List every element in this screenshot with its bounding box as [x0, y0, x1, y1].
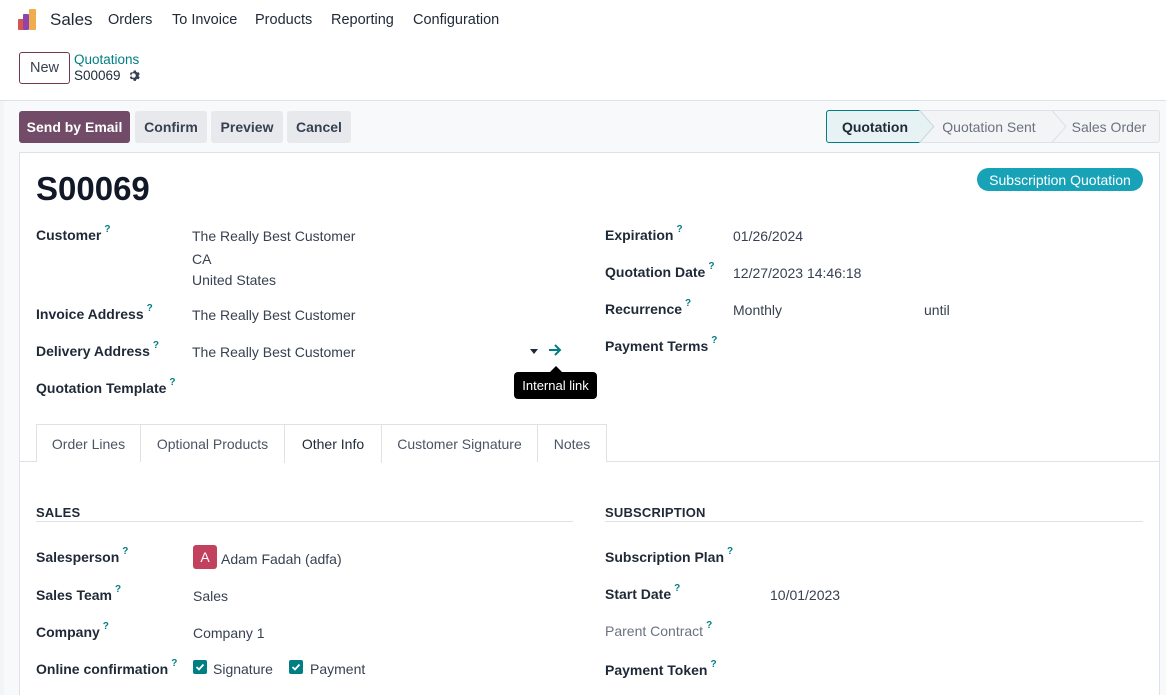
help-icon[interactable]: ?: [685, 298, 691, 309]
help-icon[interactable]: ?: [727, 546, 733, 557]
invoice-address-label: Invoice Address?: [36, 303, 153, 322]
arrow-right-icon[interactable]: [548, 344, 562, 356]
help-icon[interactable]: ?: [708, 261, 714, 272]
help-icon[interactable]: ?: [169, 377, 175, 388]
menu-orders[interactable]: Orders: [108, 12, 152, 28]
recurrence-field[interactable]: Monthly: [733, 302, 782, 318]
tab-other-info[interactable]: Other Info: [284, 424, 382, 463]
sales-section-divider: [36, 521, 573, 522]
online-confirmation-label: Online confirmation?: [36, 658, 178, 677]
tab-notes[interactable]: Notes: [537, 424, 607, 462]
sales-app-logo-icon[interactable]: [18, 9, 40, 31]
subscription-section-divider: [605, 521, 1143, 522]
status-quotation[interactable]: Quotation: [826, 110, 924, 143]
signature-checkbox-label: Signature: [213, 661, 273, 677]
signature-checkbox[interactable]: [193, 660, 207, 674]
send-by-email-button[interactable]: Send by Email: [19, 111, 130, 143]
help-icon[interactable]: ?: [103, 621, 109, 632]
customer-value[interactable]: The Really Best Customer: [192, 228, 355, 244]
help-icon[interactable]: ?: [115, 584, 121, 595]
tab-customer-signature[interactable]: Customer Signature: [381, 424, 538, 462]
caret-down-icon[interactable]: [530, 349, 538, 354]
expiration-label: Expiration?: [605, 224, 683, 243]
help-icon[interactable]: ?: [153, 340, 159, 351]
page-title: S00069: [36, 170, 150, 207]
new-button[interactable]: New: [19, 52, 70, 84]
status-quotation-sent[interactable]: Quotation Sent: [930, 110, 1048, 143]
cancel-button[interactable]: Cancel: [287, 111, 351, 143]
status-sales-order[interactable]: Sales Order: [1062, 110, 1156, 143]
help-icon[interactable]: ?: [122, 546, 128, 557]
breadcrumb-current: S00069: [74, 68, 140, 83]
help-icon[interactable]: ?: [674, 583, 680, 594]
customer-country: United States: [192, 272, 277, 288]
top-navbar: Sales Orders To Invoice Products Reporti…: [0, 0, 1166, 40]
payment-token-label: Payment Token?: [605, 659, 717, 678]
menu-configuration[interactable]: Configuration: [413, 12, 499, 28]
start-date-field[interactable]: 10/01/2023: [770, 587, 840, 603]
customer-label: Customer?: [36, 224, 111, 243]
tab-optional-products[interactable]: Optional Products: [140, 424, 285, 462]
app-name[interactable]: Sales: [50, 10, 93, 30]
help-icon[interactable]: ?: [710, 659, 716, 670]
until-label: until: [924, 302, 950, 318]
payment-checkbox-label: Payment: [310, 661, 366, 677]
help-icon[interactable]: ?: [676, 224, 682, 235]
help-icon[interactable]: ?: [711, 335, 717, 346]
breadcrumb-quotations[interactable]: Quotations: [74, 52, 139, 67]
customer-state: CA: [192, 251, 212, 267]
subscription-section-title: SUBSCRIPTION: [605, 505, 706, 520]
menu-to-invoice[interactable]: To Invoice: [172, 12, 237, 28]
company-label: Company?: [36, 621, 109, 640]
menu-reporting[interactable]: Reporting: [331, 12, 394, 28]
delivery-address-field[interactable]: The Really Best Customer: [192, 344, 355, 360]
help-icon[interactable]: ?: [147, 303, 153, 314]
parent-contract-label: Parent Contract?: [605, 620, 713, 639]
avatar: A: [193, 545, 217, 569]
left-edge-bar: [0, 101, 4, 695]
confirm-button[interactable]: Confirm: [135, 111, 207, 143]
quotation-template-label: Quotation Template?: [36, 377, 176, 396]
tab-order-lines[interactable]: Order Lines: [36, 424, 141, 462]
preview-button[interactable]: Preview: [211, 111, 283, 143]
start-date-label: Start Date?: [605, 583, 681, 602]
quotation-date-field[interactable]: 12/27/2023 14:46:18: [733, 265, 861, 281]
salesperson-field[interactable]: Adam Fadah (adfa): [221, 551, 342, 567]
payment-terms-label: Payment Terms?: [605, 335, 718, 354]
sales-team-label: Sales Team?: [36, 584, 122, 603]
help-icon[interactable]: ?: [104, 224, 110, 235]
invoice-address-field[interactable]: The Really Best Customer: [192, 307, 355, 323]
quotation-date-label: Quotation Date?: [605, 261, 715, 280]
subscription-plan-label: Subscription Plan?: [605, 546, 734, 565]
help-icon[interactable]: ?: [171, 658, 177, 669]
expiration-field[interactable]: 01/26/2024: [733, 228, 803, 244]
company-field[interactable]: Company 1: [193, 625, 265, 641]
sales-team-field[interactable]: Sales: [193, 588, 228, 604]
sales-section-title: SALES: [36, 505, 81, 520]
breadcrumb-current-label: S00069: [74, 68, 121, 83]
help-icon[interactable]: ?: [706, 620, 712, 631]
menu-products[interactable]: Products: [255, 12, 312, 28]
recurrence-label: Recurrence?: [605, 298, 692, 317]
salesperson-label: Salesperson?: [36, 546, 129, 565]
gear-icon[interactable]: [127, 69, 140, 82]
delivery-address-label: Delivery Address?: [36, 340, 159, 359]
payment-checkbox[interactable]: [289, 660, 303, 674]
internal-link-tooltip: Internal link: [514, 366, 597, 399]
subscription-quotation-badge: Subscription Quotation: [977, 168, 1143, 191]
